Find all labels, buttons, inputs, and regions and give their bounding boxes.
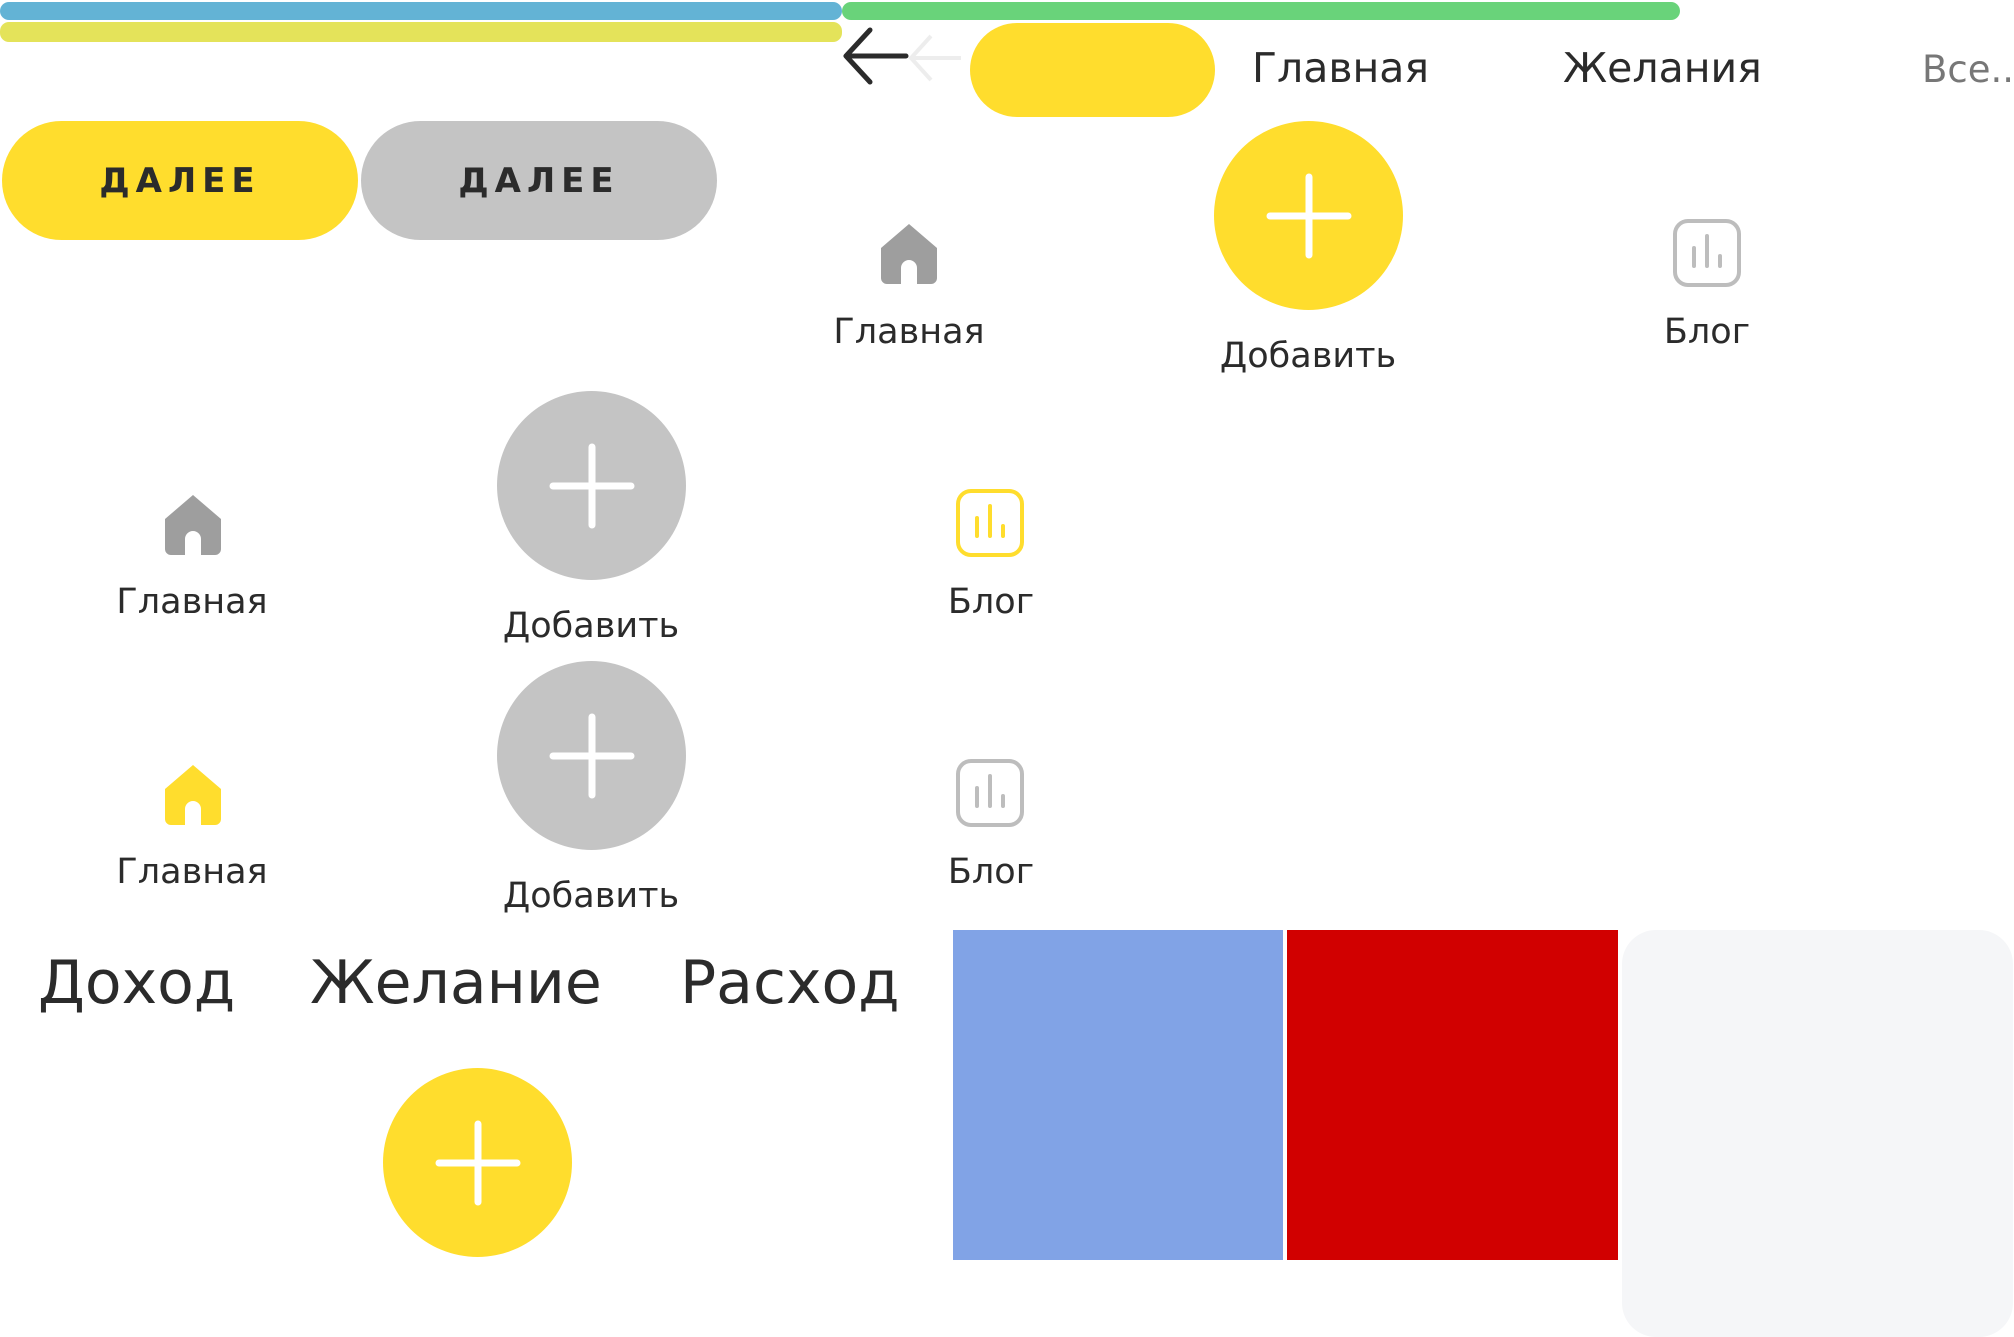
tabbar-blog-label: Блог bbox=[1663, 312, 1751, 352]
swatch-red bbox=[1287, 930, 1618, 1260]
chart-icon[interactable] bbox=[955, 488, 1025, 558]
home-icon[interactable] bbox=[877, 220, 941, 286]
chart-icon[interactable] bbox=[1672, 218, 1742, 288]
plus-icon bbox=[549, 443, 634, 528]
tab-wish[interactable]: Желание bbox=[310, 948, 602, 1018]
tab-home[interactable]: Главная bbox=[1252, 44, 1429, 92]
plus-icon bbox=[435, 1120, 520, 1205]
arrow-left-icon bbox=[843, 27, 909, 85]
plus-icon bbox=[549, 713, 634, 798]
tab-expense[interactable]: Расход bbox=[680, 948, 900, 1018]
tabbar-add-label: Добавить bbox=[1219, 336, 1397, 376]
swatch-light bbox=[1622, 930, 2013, 1337]
back-button[interactable] bbox=[840, 24, 912, 88]
next-button-disabled: ДАЛЕЕ bbox=[361, 121, 717, 240]
swatch-blue bbox=[953, 930, 1283, 1260]
tabbar-add-label: Добавить bbox=[502, 876, 680, 916]
home-icon[interactable] bbox=[161, 491, 225, 557]
next-button[interactable]: ДАЛЕЕ bbox=[2, 121, 358, 240]
plus-icon bbox=[1266, 173, 1351, 258]
progress-bar-blue bbox=[0, 2, 842, 20]
chart-icon[interactable] bbox=[955, 758, 1025, 828]
add-button[interactable] bbox=[383, 1068, 572, 1257]
progress-bar-lime bbox=[0, 22, 842, 42]
add-button-disabled[interactable] bbox=[497, 391, 686, 580]
tabbar-add-label: Добавить bbox=[502, 606, 680, 646]
tab-wishes[interactable]: Желания bbox=[1563, 44, 1762, 92]
home-icon[interactable] bbox=[161, 761, 225, 827]
tabbar-home-label: Главная bbox=[116, 852, 268, 892]
tabbar-home-label: Главная bbox=[116, 582, 268, 622]
progress-bar-green bbox=[842, 2, 1680, 20]
add-button-disabled[interactable] bbox=[497, 661, 686, 850]
add-button[interactable] bbox=[1214, 121, 1403, 310]
active-tab-pill[interactable] bbox=[970, 23, 1215, 117]
faded-arrow-icon bbox=[905, 30, 965, 86]
tabbar-home-label: Главная bbox=[833, 312, 985, 352]
tabbar-blog-label: Блог bbox=[947, 852, 1035, 892]
tabbar-blog-label: Блог bbox=[947, 582, 1035, 622]
tab-income[interactable]: Доход bbox=[38, 948, 235, 1018]
tab-all[interactable]: Все... bbox=[1922, 48, 2014, 91]
